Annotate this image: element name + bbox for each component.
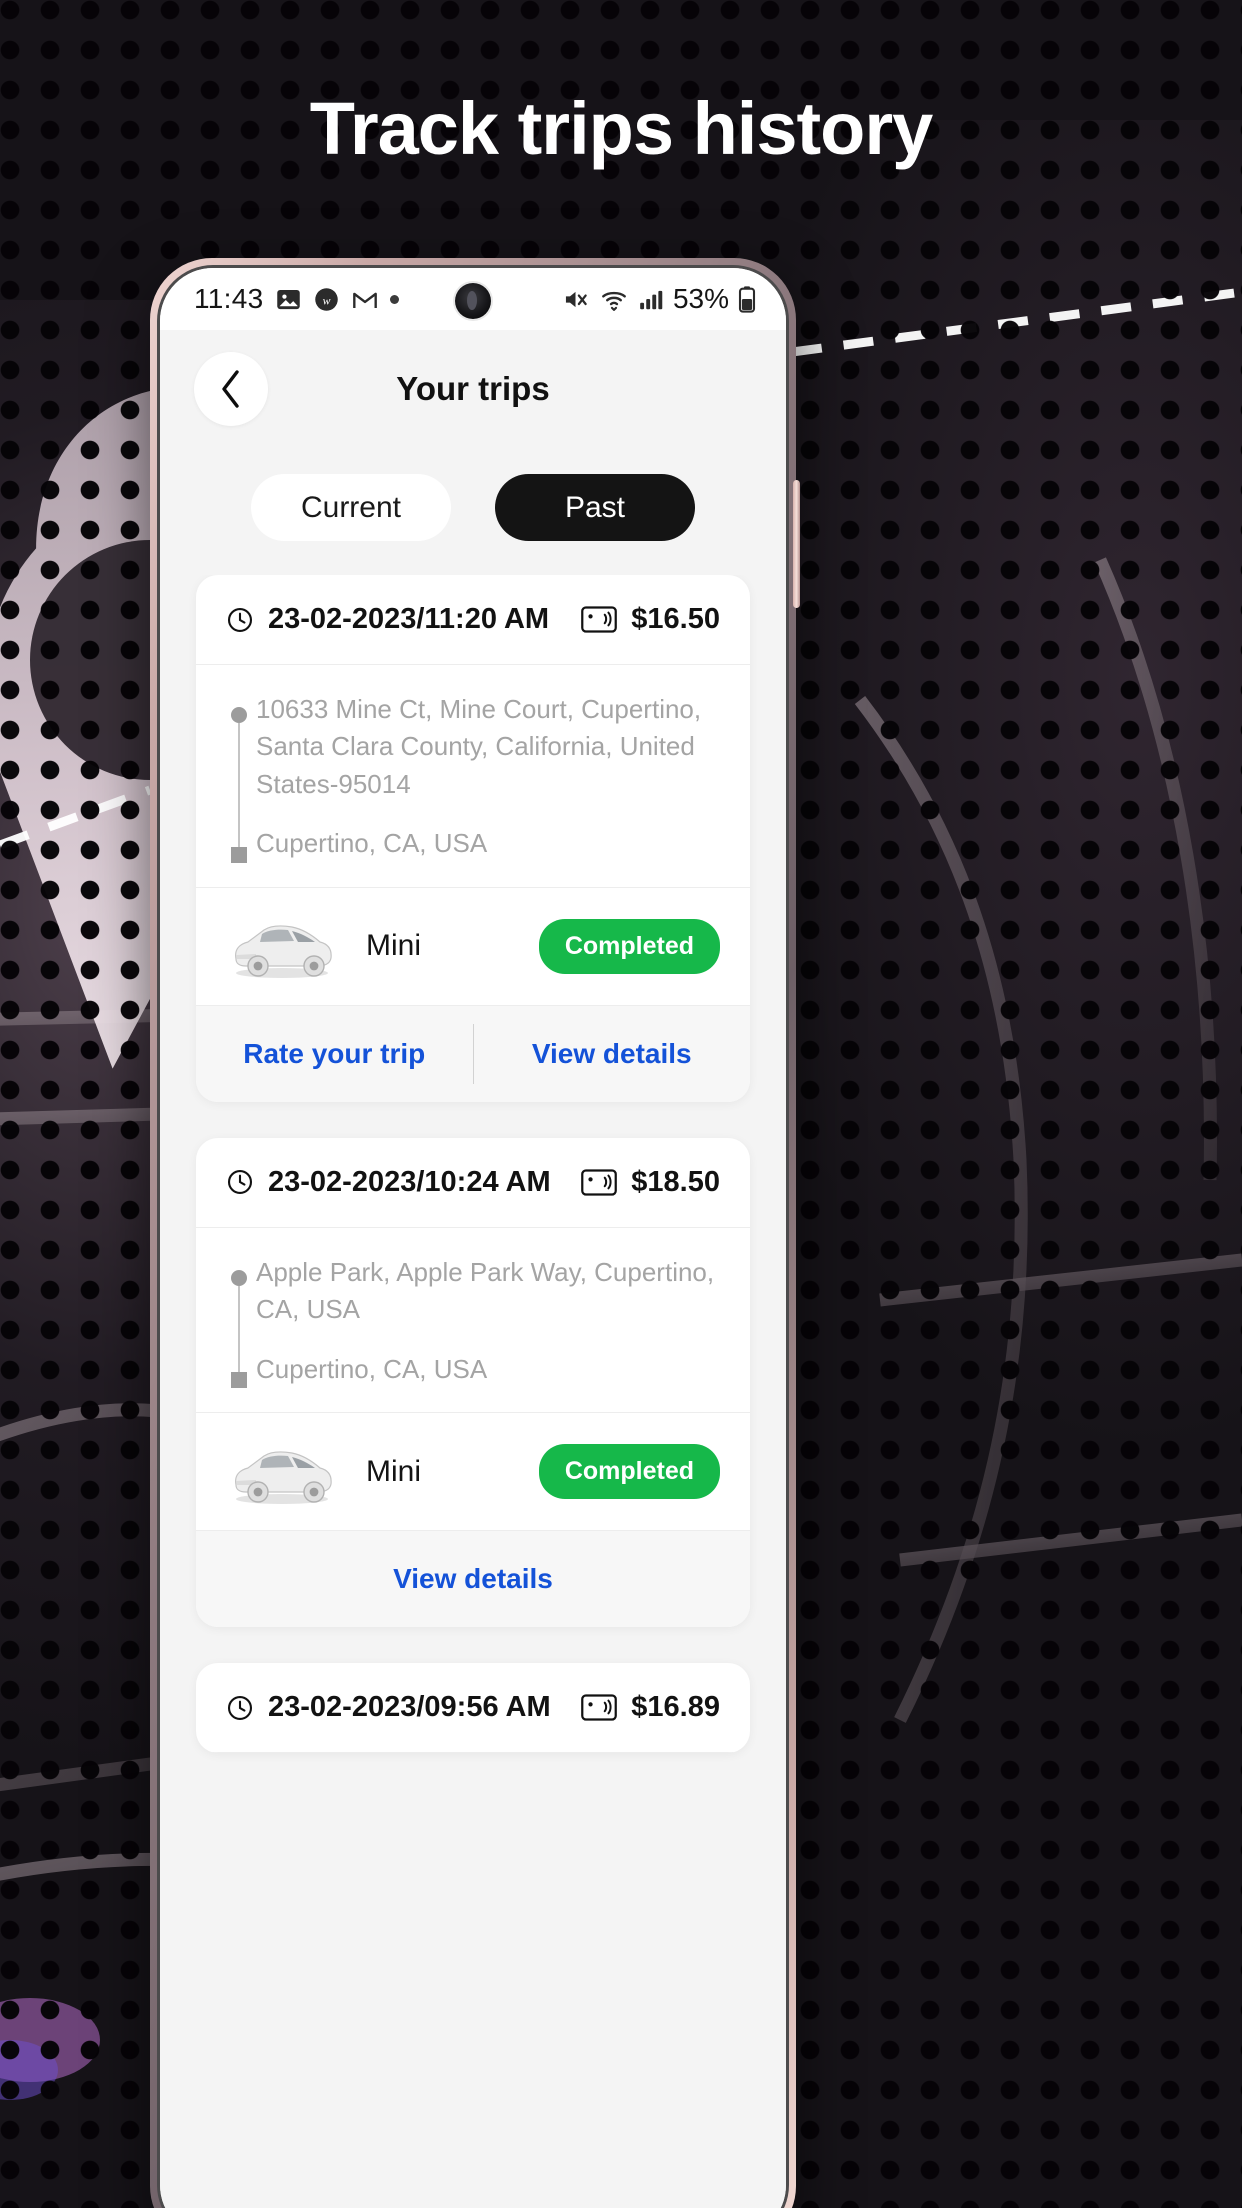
rate-trip-button[interactable]: Rate your trip xyxy=(196,1006,473,1102)
wifi-icon xyxy=(602,291,626,311)
phone-mockup: 11:43 w 53% Your trips Current Past 23-0… xyxy=(150,258,800,2208)
trip-route: 10633 Mine Ct, Mine Court, Cupertino, Sa… xyxy=(196,665,750,888)
app-circle-icon: w xyxy=(314,287,338,311)
dropoff-address: Cupertino, CA, USA xyxy=(256,828,488,859)
trip-route: Apple Park, Apple Park Way, Cupertino, C… xyxy=(196,1228,750,1414)
clock-icon xyxy=(227,1695,253,1720)
trip-filter-tabs: Current Past xyxy=(160,448,786,575)
app-header: Your trips xyxy=(160,330,786,448)
contactless-card-icon xyxy=(581,1694,618,1721)
front-camera xyxy=(455,283,491,319)
trip-summary-row: 23-02-2023/10:24 AM $18.50 xyxy=(196,1138,750,1228)
chevron-left-icon xyxy=(222,370,239,408)
trip-fare: $18.50 xyxy=(581,1166,720,1199)
battery-icon xyxy=(738,286,756,313)
trip-summary-row: 23-02-2023/11:20 AM $16.50 xyxy=(196,575,750,665)
car-image xyxy=(235,925,332,979)
phone-screen: 11:43 w 53% Your trips Current Past 23-0… xyxy=(160,268,786,2208)
pickup-address: Apple Park, Apple Park Way, Cupertino, C… xyxy=(256,1256,715,1325)
car-image xyxy=(235,1450,332,1504)
vehicle-name: Mini xyxy=(366,929,422,963)
status-bar: 11:43 w 53% xyxy=(160,268,786,330)
mute-icon xyxy=(565,291,587,307)
trip-datetime-text: 23-02-2023/09:56 AM xyxy=(268,1691,551,1724)
clock-icon xyxy=(227,607,253,632)
trip-datetime: 23-02-2023/11:20 AM xyxy=(226,603,549,636)
trip-fare: $16.89 xyxy=(581,1691,720,1724)
dropoff-address: Cupertino, CA, USA xyxy=(256,1353,488,1384)
battery-percent: 53% xyxy=(672,283,729,314)
trip-card[interactable]: 23-02-2023/11:20 AM $16.50 10633 Mine Ct… xyxy=(196,575,750,1102)
dot-icon xyxy=(389,294,399,304)
route-timeline xyxy=(222,1254,256,1389)
trip-vehicle-row: Mini Completed xyxy=(196,1413,750,1532)
tab-current[interactable]: Current xyxy=(251,474,451,541)
view-details-button[interactable]: View details xyxy=(474,1006,751,1102)
trip-datetime-text: 23-02-2023/10:24 AM xyxy=(268,1165,551,1198)
clock-icon xyxy=(227,1170,253,1195)
trip-summary-row: 23-02-2023/09:56 AM $16.89 xyxy=(196,1663,750,1754)
photos-icon xyxy=(276,289,300,309)
gmail-icon xyxy=(352,292,377,308)
trip-list[interactable]: 23-02-2023/11:20 AM $16.50 10633 Mine Ct… xyxy=(160,575,786,2208)
trip-actions: View details xyxy=(196,1531,750,1628)
pickup-marker-icon xyxy=(231,1269,247,1286)
status-time: 11:43 xyxy=(194,283,264,314)
dropoff-marker-icon xyxy=(231,1372,247,1389)
view-details-button[interactable]: View details xyxy=(196,1531,750,1627)
trip-card[interactable]: 23-02-2023/09:56 AM $16.89 xyxy=(196,1663,750,1754)
trip-datetime: 23-02-2023/10:24 AM xyxy=(226,1166,551,1199)
svg-text:w: w xyxy=(322,293,330,307)
trip-vehicle-row: Mini Completed xyxy=(196,888,750,1006)
dropoff-marker-icon xyxy=(231,846,247,863)
trip-actions: Rate your trip View details xyxy=(196,1005,751,1102)
signal-icon xyxy=(640,290,663,309)
status-badge: Completed xyxy=(538,1444,720,1500)
route-timeline xyxy=(222,691,256,863)
tab-past[interactable]: Past xyxy=(495,474,695,541)
back-button[interactable] xyxy=(194,352,268,426)
route-line xyxy=(238,723,240,847)
trip-datetime-text: 23-02-2023/11:20 AM xyxy=(268,603,550,635)
trip-fare-text: $16.89 xyxy=(631,1691,720,1724)
status-badge: Completed xyxy=(538,918,720,974)
trip-fare-text: $18.50 xyxy=(631,1165,720,1198)
trip-datetime: 23-02-2023/09:56 AM xyxy=(226,1691,551,1724)
power-button[interactable] xyxy=(793,480,800,608)
vehicle-name: Mini xyxy=(366,1454,422,1488)
route-line xyxy=(238,1285,240,1373)
trip-card[interactable]: 23-02-2023/10:24 AM $18.50 Apple Park, A… xyxy=(196,1137,750,1628)
pickup-marker-icon xyxy=(231,707,247,723)
pickup-address: 10633 Mine Ct, Mine Court, Cupertino, Sa… xyxy=(256,694,702,799)
trip-fare-text: $16.50 xyxy=(631,603,720,635)
contactless-card-icon xyxy=(581,606,618,633)
contactless-card-icon xyxy=(581,1169,618,1196)
trip-fare: $16.50 xyxy=(581,603,720,636)
page-title: Track trips history xyxy=(309,87,934,170)
